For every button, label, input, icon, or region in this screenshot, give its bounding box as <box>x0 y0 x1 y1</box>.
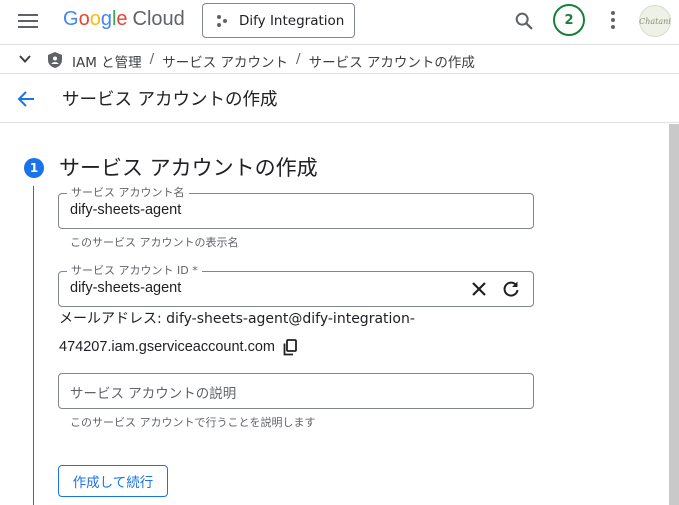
service-account-name-value[interactable]: dify-sheets-agent <box>70 202 181 218</box>
breadcrumb-item-create-service-account: サービス アカウントの作成 <box>308 55 475 71</box>
service-account-description-placeholder[interactable]: サービス アカウントの説明 <box>70 382 236 402</box>
step-title: サービス アカウントの作成 <box>59 156 318 180</box>
step-connector-line <box>33 186 34 505</box>
shield-icon <box>48 52 62 68</box>
more-vert-icon[interactable] <box>609 10 617 30</box>
email-address-text-continued: 474207.iam.gserviceaccount.com <box>59 339 276 355</box>
page-header: サービス アカウントの作成 <box>0 75 679 123</box>
breadcrumb-item-iam[interactable]: IAM と管理 <box>72 51 142 71</box>
scrollbar[interactable] <box>669 124 679 505</box>
page-title: サービス アカウントの作成 <box>62 90 278 110</box>
project-name: Dify Integration <box>239 12 345 29</box>
google-cloud-logo[interactable]: Google Cloud <box>63 8 185 31</box>
clear-icon[interactable] <box>471 281 487 297</box>
service-account-name-hint: このサービス アカウントの表示名 <box>70 236 239 249</box>
refresh-icon[interactable] <box>502 280 520 298</box>
breadcrumb-separator: / <box>296 51 301 67</box>
service-account-description-field[interactable]: サービス アカウントの説明 <box>58 373 534 409</box>
notification-badge[interactable]: 2 <box>553 4 585 36</box>
project-selector-button[interactable]: Dify Integration <box>202 3 355 38</box>
chevron-down-icon[interactable] <box>18 52 32 66</box>
breadcrumb: IAM と管理 / サービス アカウント / サービス アカウントの作成 <box>72 51 475 71</box>
project-icon <box>217 14 229 27</box>
service-account-id-label: サービス アカウント ID * <box>67 264 202 278</box>
avatar[interactable]: Chatani <box>639 5 671 37</box>
breadcrumb-bar: IAM と管理 / サービス アカウント / サービス アカウントの作成 <box>0 44 679 74</box>
service-account-id-value[interactable]: dify-sheets-agent <box>70 280 181 296</box>
breadcrumb-item-service-accounts[interactable]: サービス アカウント <box>162 51 288 71</box>
breadcrumb-separator: / <box>149 51 155 67</box>
search-icon[interactable] <box>513 10 535 32</box>
back-arrow-icon[interactable] <box>15 88 37 110</box>
step-number-badge: 1 <box>24 158 44 178</box>
service-account-name-field[interactable]: サービス アカウント名 dify-sheets-agent <box>58 186 534 229</box>
create-and-continue-button[interactable]: 作成して続行 <box>58 465 168 497</box>
hamburger-menu-icon[interactable] <box>18 13 38 29</box>
email-address-text: メールアドレス: dify-sheets-agent@dify-integrat… <box>59 311 415 327</box>
service-account-name-label: サービス アカウント名 <box>67 186 189 200</box>
service-account-id-field[interactable]: サービス アカウント ID * dify-sheets-agent <box>58 264 534 307</box>
copy-icon[interactable] <box>283 339 298 356</box>
top-bar: Google Cloud Dify Integration 2 Chatani <box>0 0 679 44</box>
service-account-description-hint: このサービス アカウントで行うことを説明します <box>70 416 316 429</box>
